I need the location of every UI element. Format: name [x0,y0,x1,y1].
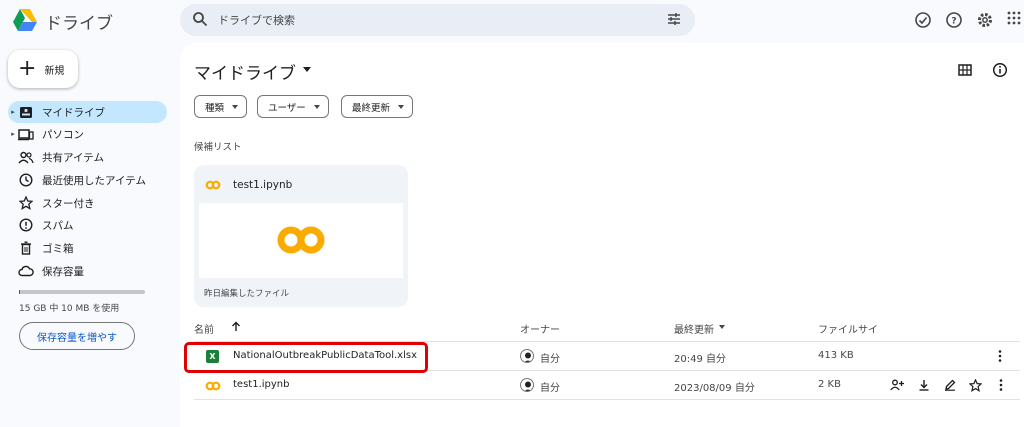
suggested-file-name: test1.ipynb [233,179,293,191]
column-header-name[interactable]: 名前 [194,321,214,336]
sidebar-item-recent[interactable]: 最近使用したアイテム [8,169,167,191]
apps-grid-icon[interactable] [1007,11,1024,29]
sort-arrow-up-icon[interactable] [231,321,241,332]
svg-text:?: ? [951,17,956,27]
app-title[interactable]: ドライブ [45,9,113,34]
chevron-down-icon [232,104,239,109]
sidebar-item-starred[interactable]: スター付き [8,192,167,214]
add-star-icon[interactable] [967,377,983,393]
avatar [520,378,534,392]
filter-people-chip[interactable]: ユーザー [257,95,329,118]
sidebar-item-label: 最近使用したアイテム [42,174,146,187]
suggested-section-label: 候補リスト [194,142,242,153]
sidebar-item-trash[interactable]: ゴミ箱 [8,237,167,259]
file-owner: 自分 [540,383,560,394]
divider [194,399,1020,400]
star-icon [18,195,34,211]
sidebar-item-label: スター付き [42,197,95,210]
sidebar-item-label: 共有アイテム [42,151,104,164]
sort-dropdown-caret-icon[interactable] [719,325,725,329]
settings-gear-icon[interactable] [976,11,994,29]
filter-label: 種類 [205,102,225,114]
get-more-storage-button[interactable]: 保存容量を増やす [19,322,135,350]
storage-usage-text: 15 GB 中 10 MB を使用 [19,304,120,314]
cloud-icon [18,263,34,279]
sidebar-item-label: スパム [42,219,74,232]
sidebar-item-shared[interactable]: 共有アイテム [8,146,167,168]
grid-view-icon[interactable] [958,63,972,77]
sidebar-item-label: パソコン [42,128,84,141]
more-options-icon[interactable] [993,377,1009,393]
filter-label: 最終更新 [352,102,391,114]
filter-label: ユーザー [268,102,306,114]
highlight-annotation-box [184,342,428,373]
colab-icon [205,380,221,392]
avatar [520,349,534,363]
rename-pencil-icon[interactable] [942,377,958,393]
plus-icon: + [18,56,37,81]
file-thumbnail [199,203,403,278]
clock-icon [18,172,34,188]
help-icon[interactable]: ? [945,11,963,29]
filter-type-chip[interactable]: 種類 [194,95,248,118]
sidebar-item-label: ゴミ箱 [42,242,74,255]
search-options-icon[interactable] [666,11,682,27]
drive-logo-icon[interactable] [12,8,38,32]
sidebar-item-label: マイドライブ [42,106,105,119]
trash-icon [18,240,34,256]
file-owner: 自分 [540,354,560,365]
info-icon[interactable] [992,62,1008,78]
column-header-size[interactable]: ファイルサイ [818,321,878,336]
file-modified: 2023/08/09 自分 [674,383,755,394]
file-size: 2 KB [818,379,841,390]
page-title[interactable]: マイドライブ [194,59,296,84]
sidebar-item-storage[interactable]: 保存容量 [8,260,167,282]
offline-ready-icon[interactable] [914,11,932,29]
sidebar-item-spam[interactable]: スパム [8,214,167,236]
more-options-icon[interactable] [997,349,1003,363]
column-header-modified[interactable]: 最終更新 [674,321,714,336]
title-dropdown-caret-icon[interactable] [303,67,311,72]
storage-usage-fill [19,290,20,294]
column-header-owner[interactable]: オーナー [520,321,560,336]
storage-usage-bar [19,290,145,294]
search-input[interactable]: ドライブで検索 [218,12,295,28]
sidebar-item-label: 保存容量 [42,265,84,278]
file-size: 413 KB [818,350,854,361]
computer-icon [18,126,34,142]
share-person-add-icon[interactable] [889,377,905,393]
sidebar-item-my-drive[interactable]: ▸ マイドライブ [8,101,167,123]
new-button-label: 新規 [44,65,65,77]
chevron-down-icon [398,104,405,109]
download-icon[interactable] [916,377,932,393]
colab-icon [205,179,221,191]
sidebar-item-computers[interactable]: ▸ パソコン [8,123,167,145]
file-modified: 20:49 自分 [674,354,726,365]
search-icon[interactable] [192,11,208,27]
filter-modified-chip[interactable]: 最終更新 [341,95,414,118]
spam-alert-icon [18,217,34,233]
people-icon [18,149,34,165]
file-name[interactable]: test1.ipynb [233,379,289,390]
expand-caret-icon[interactable]: ▸ [8,108,18,116]
my-drive-icon [18,104,34,120]
new-button[interactable]: + 新規 [8,50,78,88]
suggested-file-reason: 昨日編集したファイル [204,289,290,299]
chevron-down-icon [313,104,320,109]
expand-caret-icon[interactable]: ▸ [8,130,18,138]
